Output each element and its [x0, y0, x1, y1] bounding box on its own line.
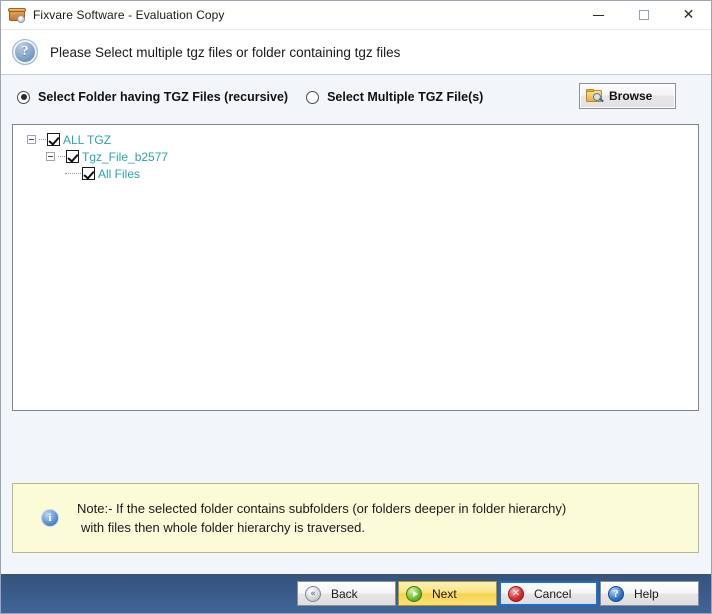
play-icon	[406, 585, 422, 602]
radio-option-select-files[interactable]: Select Multiple TGZ File(s)	[306, 90, 483, 104]
tree-connector	[58, 155, 65, 158]
help-button[interactable]: Help	[600, 581, 699, 606]
tree-node-tgz-file[interactable]: Tgz_File_b2577	[46, 148, 698, 165]
tree-node-all-files[interactable]: All Files	[65, 165, 698, 182]
title-bar: Fixvare Software - Evaluation Copy ✕	[1, 1, 711, 30]
application-window: Fixvare Software - Evaluation Copy ✕ ? P…	[0, 0, 712, 614]
window-controls: ✕	[576, 1, 711, 29]
next-button[interactable]: Next	[398, 581, 497, 606]
radio-folder-label: Select Folder having TGZ Files (recursiv…	[38, 90, 289, 104]
archive-box-icon	[8, 6, 26, 24]
help-button-label: Help	[634, 586, 659, 601]
maximize-icon[interactable]	[621, 1, 666, 29]
question-mark-icon: ?	[12, 39, 38, 65]
tree-checkbox[interactable]	[47, 133, 60, 146]
back-button[interactable]: Back	[297, 581, 396, 606]
tree-node-label: ALL TGZ	[63, 132, 112, 147]
tree-checkbox[interactable]	[66, 150, 79, 163]
rewind-icon	[305, 585, 321, 602]
cancel-button[interactable]: Cancel	[499, 581, 598, 606]
window-title: Fixvare Software - Evaluation Copy	[33, 8, 225, 22]
browse-button-label: Browse	[609, 89, 653, 103]
info-icon: i	[41, 509, 59, 527]
tree-checkbox[interactable]	[82, 167, 95, 180]
instruction-text: Please Select multiple tgz files or fold…	[50, 44, 401, 60]
radio-files-indicator[interactable]	[306, 90, 320, 104]
note-text: Note:- If the selected folder contains s…	[77, 499, 566, 537]
close-icon[interactable]: ✕	[666, 1, 711, 29]
question-mark-icon	[608, 585, 624, 602]
instruction-header: ? Please Select multiple tgz files or fo…	[1, 30, 711, 75]
note-line-2: with files then whole folder hierarchy i…	[81, 520, 365, 535]
cancel-x-icon	[508, 585, 524, 602]
file-tree: ALL TGZ Tgz_File_b2577 All Files	[13, 125, 698, 182]
cancel-button-label: Cancel	[534, 586, 572, 601]
tree-connector	[39, 138, 46, 141]
file-tree-panel[interactable]: ALL TGZ Tgz_File_b2577 All Files	[12, 124, 699, 411]
note-line-1: Note:- If the selected folder contains s…	[77, 501, 567, 516]
footer-bar: Back Next Cancel Help	[1, 574, 711, 613]
browse-button[interactable]: Browse	[579, 83, 676, 109]
next-button-label: Next	[432, 586, 457, 601]
radio-folder-indicator[interactable]	[17, 90, 30, 104]
tree-node-label: All Files	[98, 166, 141, 181]
collapse-expander-icon[interactable]	[27, 135, 36, 144]
tree-node-label: Tgz_File_b2577	[82, 149, 169, 164]
minimize-icon[interactable]	[576, 1, 621, 29]
back-button-label: Back	[331, 586, 358, 601]
radio-option-select-folder[interactable]: Select Folder having TGZ Files (recursiv…	[17, 90, 288, 104]
folder-search-icon	[586, 89, 604, 103]
tree-node-all-tgz[interactable]: ALL TGZ	[27, 131, 698, 148]
note-box: i Note:- If the selected folder contains…	[12, 483, 699, 553]
collapse-expander-icon[interactable]	[46, 152, 55, 161]
footer-spacer	[1, 553, 711, 574]
radio-files-label: Select Multiple TGZ File(s)	[327, 90, 484, 104]
tree-connector	[65, 172, 81, 175]
source-options-row: Select Folder having TGZ Files (recursiv…	[1, 75, 711, 119]
